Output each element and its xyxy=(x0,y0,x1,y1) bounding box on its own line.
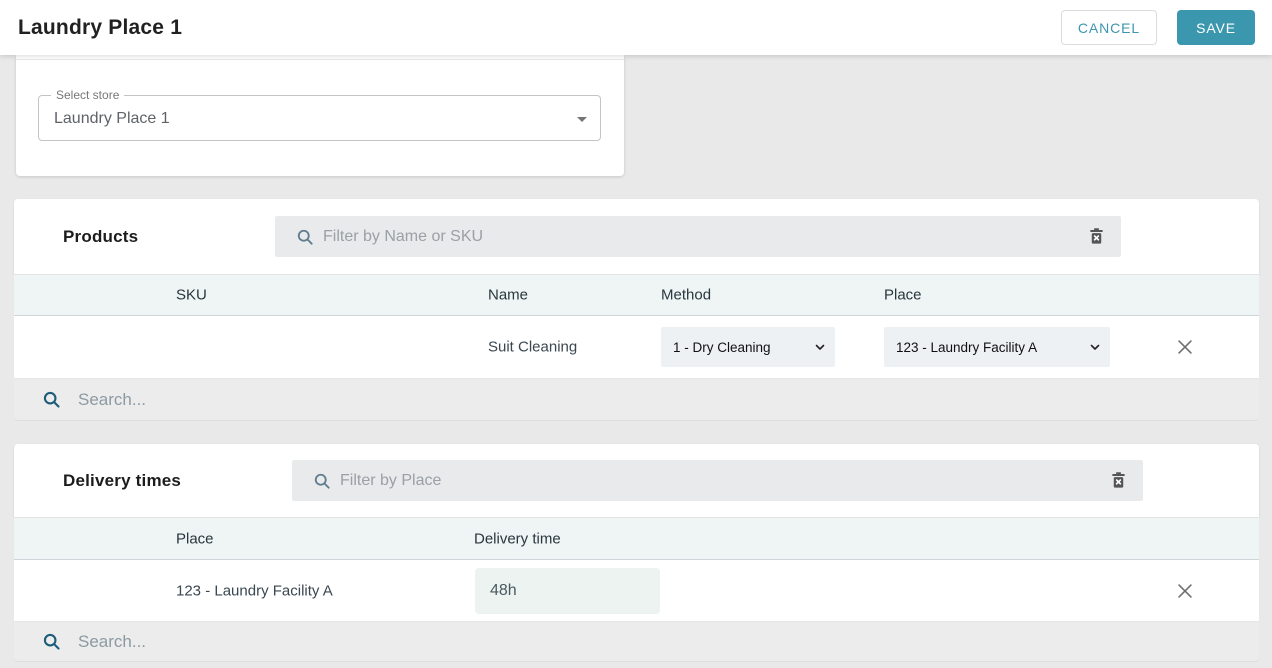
method-select-wrap: 1 - Dry Cleaning xyxy=(661,327,835,367)
place-select-wrap: 123 - Laundry Facility A xyxy=(884,327,1110,367)
delivery-row: 123 - Laundry Facility A xyxy=(14,560,1259,622)
products-panel-header: Products xyxy=(14,199,1259,274)
delivery-filter-input[interactable] xyxy=(332,472,1104,490)
delivery-times-title: Delivery times xyxy=(63,471,181,491)
product-row: Suit Cleaning 1 - Dry Cleaning 123 - Lau… xyxy=(14,316,1259,379)
product-name: Suit Cleaning xyxy=(488,339,577,356)
save-button[interactable]: SAVE xyxy=(1177,10,1255,45)
delivery-search-input[interactable] xyxy=(62,632,1259,652)
method-select[interactable]: 1 - Dry Cleaning xyxy=(661,327,835,367)
remove-product-x-icon[interactable] xyxy=(1170,332,1200,362)
products-search-input[interactable] xyxy=(62,390,1259,410)
clear-filter-trash-icon[interactable] xyxy=(1082,222,1111,251)
column-header-name: Name xyxy=(488,287,528,304)
store-select-field: Select store Laundry Place 1 xyxy=(38,95,601,141)
column-header-method: Method xyxy=(661,287,711,304)
products-filter-box xyxy=(275,216,1121,257)
clear-filter-trash-icon[interactable] xyxy=(1104,466,1133,495)
store-select[interactable]: Laundry Place 1 xyxy=(39,96,600,140)
search-icon xyxy=(295,227,315,247)
products-title: Products xyxy=(63,227,138,247)
products-table-header: SKU Name Method Place xyxy=(14,274,1259,316)
products-panel: Products xyxy=(14,199,1259,421)
page-title: Laundry Place 1 xyxy=(18,16,182,40)
delivery-time-input[interactable] xyxy=(475,568,660,614)
delivery-place: 123 - Laundry Facility A xyxy=(176,582,333,599)
column-header-place: Place xyxy=(176,530,214,547)
cancel-button[interactable]: CANCEL xyxy=(1061,10,1157,45)
delivery-filter-box xyxy=(292,460,1143,501)
store-select-label: Select store xyxy=(51,88,124,102)
place-select[interactable]: 123 - Laundry Facility A xyxy=(884,327,1110,367)
products-filter-input[interactable] xyxy=(315,228,1082,246)
store-select-card: Select store Laundry Place 1 xyxy=(16,55,624,176)
header-actions: CANCEL SAVE xyxy=(1061,10,1255,45)
delivery-panel-header: Delivery times xyxy=(14,444,1259,517)
app-header: Laundry Place 1 CANCEL SAVE xyxy=(0,0,1272,55)
delivery-times-panel: Delivery times xyxy=(14,444,1259,662)
column-header-place: Place xyxy=(884,287,922,304)
delivery-table-header: Place Delivery time xyxy=(14,517,1259,560)
search-icon xyxy=(41,389,62,410)
search-icon xyxy=(41,631,62,652)
remove-delivery-x-icon[interactable] xyxy=(1170,576,1200,606)
column-header-sku: SKU xyxy=(176,287,207,304)
products-search-row xyxy=(14,379,1259,421)
store-settings-screen: Laundry Place 1 CANCEL SAVE Select store… xyxy=(0,0,1272,668)
card-divider xyxy=(16,59,624,60)
delivery-search-row xyxy=(14,622,1259,662)
column-header-delivery-time: Delivery time xyxy=(474,530,561,547)
search-icon xyxy=(312,471,332,491)
